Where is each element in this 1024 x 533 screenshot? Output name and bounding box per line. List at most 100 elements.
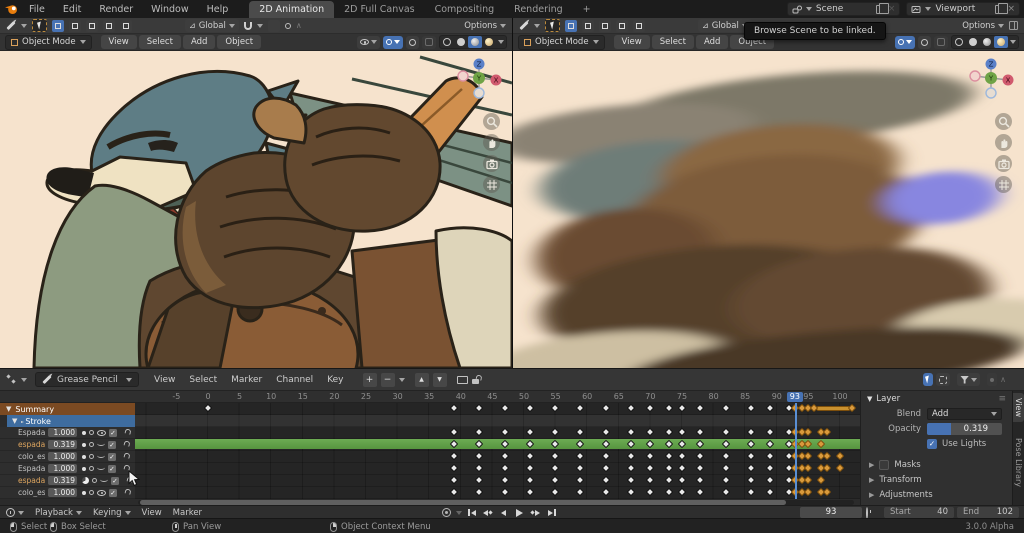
keyframe[interactable]	[551, 428, 559, 436]
keyframe[interactable]	[677, 488, 685, 496]
use-lights-checkbox[interactable]: ✓	[108, 453, 116, 461]
channel-track-stroke[interactable]	[135, 415, 860, 427]
use-lights-checkbox[interactable]: ✓	[111, 477, 119, 485]
keyframe[interactable]	[551, 452, 559, 460]
snap-target-icon[interactable]	[268, 20, 280, 32]
keyframe[interactable]	[721, 428, 729, 436]
menu-add[interactable]: Add	[183, 35, 215, 49]
active-tool-select-icon[interactable]	[32, 19, 47, 32]
proportional-edit-icon[interactable]	[987, 373, 997, 386]
pan-hand-icon[interactable]	[483, 134, 500, 151]
keyframe[interactable]	[766, 404, 774, 412]
keyframe[interactable]	[627, 428, 635, 436]
menu-select[interactable]: Select	[139, 35, 181, 49]
keyframe[interactable]	[601, 476, 609, 484]
opacity-value-slider[interactable]: 0.319	[48, 440, 77, 449]
keyframe-selected[interactable]	[835, 464, 843, 472]
opacity-value-slider[interactable]: 1.000	[48, 428, 77, 437]
keyframe-selected[interactable]	[804, 476, 812, 484]
section-checkbox[interactable]	[879, 460, 889, 470]
keyframe[interactable]	[601, 428, 609, 436]
keyframe[interactable]	[747, 404, 755, 412]
snap-magnet-icon[interactable]	[244, 22, 252, 30]
keyframe-selected[interactable]	[835, 452, 843, 460]
keyframe[interactable]	[665, 464, 673, 472]
keyframe[interactable]	[526, 404, 534, 412]
menu-render[interactable]: Render	[92, 2, 140, 17]
current-frame-indicator[interactable]: 93	[787, 392, 803, 402]
menu-file[interactable]: File	[22, 2, 52, 17]
opacity-value-slider[interactable]: 1.000	[48, 488, 77, 497]
select-mode-intersect-icon[interactable]	[633, 20, 645, 32]
move-channel-down-button[interactable]: ▼	[433, 373, 447, 387]
editor-type-icon[interactable]	[519, 24, 529, 27]
opacity-value-slider[interactable]: 1.000	[48, 452, 77, 461]
gizmos-button[interactable]	[383, 36, 403, 49]
tab-rendering[interactable]: Rendering	[504, 1, 573, 18]
previous-frame-button[interactable]	[497, 507, 510, 518]
keyframe[interactable]	[450, 488, 458, 496]
keyframe[interactable]	[526, 428, 534, 436]
keyframe[interactable]	[576, 404, 584, 412]
channel-color-pie-icon[interactable]	[82, 477, 89, 484]
editor-type-icon[interactable]	[6, 24, 16, 27]
playhead[interactable]	[795, 403, 797, 499]
keyframe-selected[interactable]	[804, 428, 812, 436]
shading-material-icon[interactable]	[468, 36, 482, 48]
dopesheet-mode-dropdown[interactable]: Grease Pencil	[35, 372, 139, 387]
add-keyframe-button[interactable]: +	[363, 373, 377, 387]
blender-logo-icon[interactable]	[0, 4, 22, 15]
channel-colo-espa[interactable]: colo_espa1.000✓	[0, 487, 135, 499]
select-mode-new-icon[interactable]	[52, 20, 64, 32]
keyframe[interactable]	[500, 452, 508, 460]
onion-skin-icon[interactable]	[89, 430, 94, 435]
tab-view[interactable]: View	[1013, 393, 1024, 422]
keyframe[interactable]	[576, 428, 584, 436]
keyframe[interactable]	[677, 428, 685, 436]
remove-keyframe-button[interactable]: −	[381, 373, 395, 387]
keyframe[interactable]	[646, 464, 654, 472]
sidebar-toggle-icon[interactable]	[1009, 21, 1018, 30]
mode-dropdown[interactable]: Object Mode	[5, 35, 92, 50]
tab-2d-animation[interactable]: 2D Animation	[249, 1, 334, 18]
frame-ruler[interactable]: -505101520253035404550556065707580859095…	[0, 391, 860, 403]
channel-espada-s[interactable]: espada_s0.319✓	[0, 475, 135, 487]
menu-channel[interactable]: Channel	[269, 373, 320, 387]
keyframe[interactable]	[677, 452, 685, 460]
viewport-canvas-right[interactable]: Z X Y	[513, 51, 1024, 368]
keyframe-selected[interactable]	[848, 404, 856, 412]
tab-2d-full-canvas[interactable]: 2D Full Canvas	[334, 1, 425, 18]
keyframe[interactable]	[721, 488, 729, 496]
remove-view-layer-icon[interactable]: ×	[1007, 5, 1015, 14]
keyframe[interactable]	[475, 404, 483, 412]
keyframe[interactable]	[450, 452, 458, 460]
use-preview-range-icon[interactable]	[866, 508, 868, 518]
options-button[interactable]: Options	[962, 21, 1004, 31]
keyframe[interactable]	[601, 464, 609, 472]
keyframe[interactable]	[500, 404, 508, 412]
keyframe-selected[interactable]	[823, 428, 831, 436]
keyframe[interactable]	[747, 488, 755, 496]
layer-panel-header[interactable]: ▼ Layer ≡	[861, 391, 1012, 406]
keyframe[interactable]	[696, 452, 704, 460]
editor-type-clock-icon[interactable]	[6, 508, 24, 517]
select-mode-subtract-icon[interactable]	[599, 20, 611, 32]
keyframe[interactable]	[747, 476, 755, 484]
xray-button[interactable]	[422, 36, 436, 49]
keyframe[interactable]	[526, 452, 534, 460]
keyframe[interactable]	[526, 464, 534, 472]
keyframe[interactable]	[627, 488, 635, 496]
keyframe[interactable]	[696, 428, 704, 436]
keyframe[interactable]	[500, 464, 508, 472]
shading-solid-icon[interactable]	[454, 36, 468, 48]
keyframe[interactable]	[526, 476, 534, 484]
overlays-button[interactable]	[406, 36, 419, 49]
keyframe[interactable]	[677, 476, 685, 484]
end-frame-field[interactable]: End 102	[957, 507, 1019, 518]
keyframe-selected[interactable]	[810, 404, 818, 412]
keyframe[interactable]	[627, 464, 635, 472]
use-lights-checkbox[interactable]: ✓	[109, 429, 117, 437]
keyframe[interactable]	[696, 464, 704, 472]
menu-view[interactable]: View	[147, 373, 182, 387]
select-mode-subtract-icon[interactable]	[86, 20, 98, 32]
